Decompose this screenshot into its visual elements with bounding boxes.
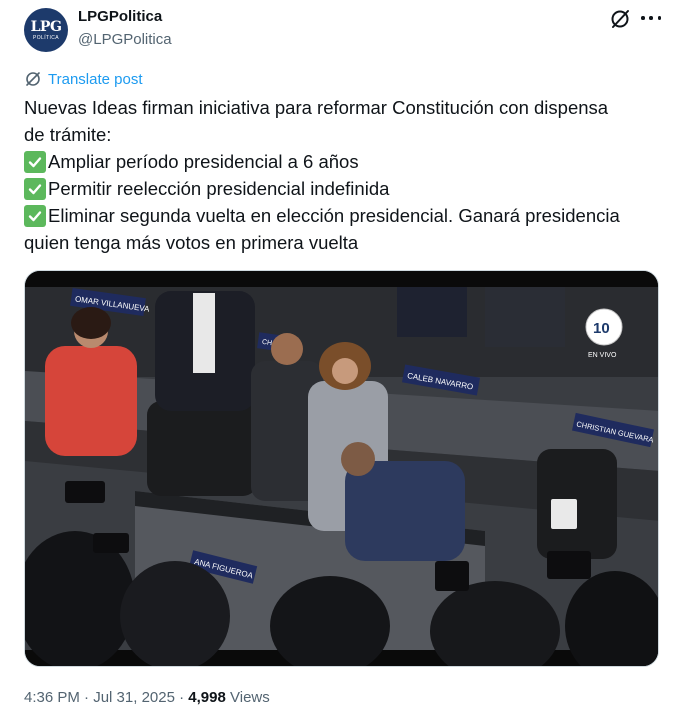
translate-icon xyxy=(26,72,40,86)
more-options-icon[interactable] xyxy=(641,8,661,28)
check-mark-icon xyxy=(24,204,46,227)
check-mark-icon xyxy=(24,177,46,200)
post-text: Nuevas Ideas firman iniciativa para refo… xyxy=(24,94,656,256)
views-count: 4,998 xyxy=(188,689,226,706)
translate-post-label: Translate post xyxy=(48,70,143,88)
list-item: Permitir reelección presidencial indefin… xyxy=(24,175,656,202)
post-date[interactable]: Jul 31, 2025 xyxy=(93,689,175,706)
video-frame: OMAR VILLANUEVA CHAM... CALEB NAVARRO CH… xyxy=(25,271,658,666)
meta-separator: · xyxy=(84,689,90,706)
grok-icon[interactable] xyxy=(609,8,631,30)
translate-post-link[interactable]: Translate post xyxy=(24,70,143,88)
post-time[interactable]: 4:36 PM xyxy=(24,689,80,706)
list-item-text: Eliminar segunda vuelta en elección pres… xyxy=(48,205,620,226)
list-item-text: Permitir reelección presidencial indefin… xyxy=(48,178,390,199)
live-label: EN VIVO xyxy=(588,352,617,359)
author-display-name[interactable]: LPGPolitica xyxy=(78,8,162,25)
avatar[interactable]: LPG POLÍTICA xyxy=(24,8,68,52)
meta-separator: · xyxy=(179,689,185,706)
post-line: quien tenga más votos en primera vuelta xyxy=(24,232,359,253)
check-mark-icon xyxy=(24,150,46,173)
post-line: Nuevas Ideas firman iniciativa para refo… xyxy=(24,97,609,118)
post-video[interactable]: OMAR VILLANUEVA CHAM... CALEB NAVARRO CH… xyxy=(24,270,659,667)
list-item: Eliminar segunda vuelta en elección pres… xyxy=(24,202,656,229)
channel-logo-text: 10 xyxy=(593,320,610,337)
avatar-logo-text: LPG xyxy=(30,18,62,35)
post-meta: 4:36 PM · Jul 31, 2025 · 4,998 Views xyxy=(24,689,270,706)
post-line: de trámite: xyxy=(24,124,112,145)
avatar-logo-subtext: POLÍTICA xyxy=(33,34,59,41)
author-handle[interactable]: @LPGPolitica xyxy=(78,31,172,48)
list-item-text: Ampliar período presidencial a 6 años xyxy=(48,151,359,172)
list-item: Ampliar período presidencial a 6 años xyxy=(24,148,656,175)
views-label: Views xyxy=(230,689,270,706)
